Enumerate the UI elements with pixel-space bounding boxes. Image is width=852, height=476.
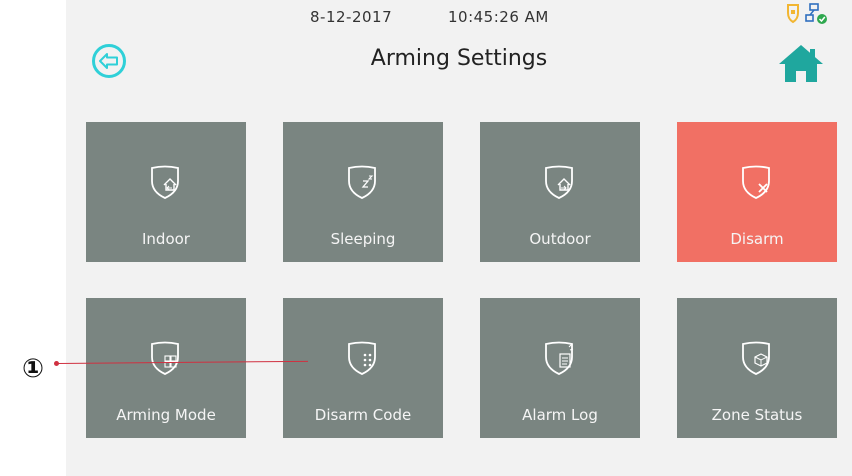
tile-disarm-code[interactable]: Disarm Code xyxy=(283,298,443,438)
tile-zone-status[interactable]: Zone Status xyxy=(677,298,837,438)
shield-indoor-icon xyxy=(151,165,179,199)
tile-disarm[interactable]: Disarm xyxy=(677,122,837,262)
device-screen: 8-12-2017 10:45:26 AM Arming Settings In… xyxy=(66,0,852,476)
status-date: 8-12-2017 xyxy=(310,8,393,26)
tile-label: Disarm Code xyxy=(314,406,412,424)
tile-label: Outdoor xyxy=(529,230,591,248)
status-time: 10:45:26 AM xyxy=(448,8,549,26)
tile-label: Indoor xyxy=(142,230,190,248)
tile-alarm-log[interactable]: Alarm Log xyxy=(480,298,640,438)
tile-label: Alarm Log xyxy=(522,406,598,424)
shield-sleeping-icon xyxy=(348,165,376,199)
network-status-icon xyxy=(805,3,827,24)
status-icons xyxy=(784,2,834,26)
tile-label: Zone Status xyxy=(711,406,803,424)
tile-sleeping[interactable]: Sleeping xyxy=(283,122,443,262)
tile-outdoor[interactable]: Outdoor xyxy=(480,122,640,262)
home-icon xyxy=(779,45,823,82)
annotation-marker: ① xyxy=(22,354,45,384)
shield-disarm-code-icon xyxy=(348,341,376,375)
tile-indoor[interactable]: Indoor xyxy=(86,122,246,262)
page-title: Arming Settings xyxy=(370,46,548,71)
home-button[interactable] xyxy=(776,42,826,84)
shield-arming-mode-icon xyxy=(151,341,179,375)
tile-label: Disarm xyxy=(730,230,784,248)
tile-label: Sleeping xyxy=(330,230,396,248)
shield-zone-status-icon xyxy=(742,341,770,375)
tile-arming-mode[interactable]: Arming Mode xyxy=(86,298,246,438)
shield-alarm-log-icon xyxy=(545,341,574,375)
shield-outdoor-icon xyxy=(545,165,573,199)
shield-disarm-icon xyxy=(742,165,770,199)
shield-status-icon xyxy=(787,4,799,24)
tile-label: Arming Mode xyxy=(116,406,216,424)
